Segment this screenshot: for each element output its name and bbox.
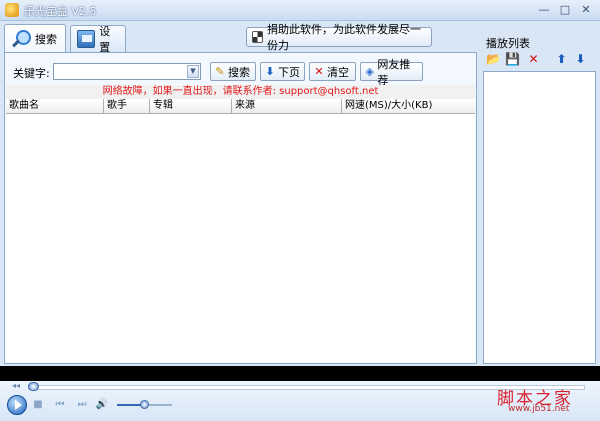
recommend-button[interactable]: ◈ 网友推荐 — [360, 58, 423, 87]
next-icon[interactable]: ⏭ — [75, 398, 89, 412]
close-button[interactable]: ✕ — [574, 2, 598, 17]
open-folder-icon[interactable]: 📂 — [486, 52, 501, 67]
error-notice: 网络故障，如果一直出现，请联系作者: support@qhsoft.net — [6, 85, 475, 99]
arrow-down-icon: ⬇ — [265, 64, 275, 78]
results-table-body[interactable] — [6, 114, 475, 362]
playlist-title: 播放列表 — [486, 37, 530, 50]
clear-icon: ✕ — [314, 64, 324, 78]
column-header-artist[interactable]: 歌手 — [104, 99, 150, 113]
column-header-speed-size[interactable]: 网速(MS)/大小(KB) — [342, 99, 475, 113]
seek-handle[interactable] — [28, 382, 39, 391]
volume-icon[interactable]: 🔊 — [95, 398, 109, 412]
next-page-button[interactable]: ⬇ 下页 — [260, 62, 305, 81]
donate-icon — [252, 31, 264, 43]
tab-search-label: 搜索 — [35, 32, 57, 46]
watermark-url: www.jb51.net — [508, 404, 570, 414]
column-header-song[interactable]: 歌曲名 — [6, 99, 104, 113]
volume-handle[interactable] — [140, 400, 149, 409]
monitor-icon — [77, 30, 96, 48]
search-panel: 关键字: ▼ ✎ 搜索 ⬇ 下页 ✕ 清空 ◈ 网友推荐 网络故障，如果一直出现… — [4, 52, 477, 364]
move-up-icon[interactable]: ⬆ — [554, 52, 569, 67]
column-header-source[interactable]: 来源 — [232, 99, 342, 113]
keyword-combobox[interactable]: ▼ — [53, 63, 201, 80]
title-bar: 乐光宝盒 V2.5 — □ ✕ — [0, 0, 600, 21]
playlist-list[interactable] — [483, 71, 596, 364]
keyword-label: 关键字: — [13, 67, 50, 80]
keyword-input[interactable] — [54, 64, 186, 79]
delete-icon[interactable]: ✕ — [526, 52, 541, 67]
save-icon[interactable]: 💾 — [505, 52, 520, 67]
search-button-label: 搜索 — [228, 65, 250, 79]
clear-label: 清空 — [327, 65, 349, 79]
app-icon — [5, 3, 19, 17]
column-header-album[interactable]: 专辑 — [150, 99, 232, 113]
pencil-icon: ✎ — [215, 64, 225, 78]
clear-button[interactable]: ✕ 清空 — [309, 62, 356, 81]
previous-icon[interactable]: ⏮ — [53, 398, 67, 412]
tab-settings-label: 设置 — [99, 25, 111, 54]
video-area — [0, 366, 600, 381]
magnifier-icon — [11, 29, 31, 49]
donate-button[interactable]: 捐助此软件，为此软件发展尽一份力 — [246, 23, 432, 52]
results-table-header: 歌曲名 歌手 专辑 来源 网速(MS)/大小(KB) — [6, 99, 475, 114]
play-button[interactable] — [7, 395, 27, 415]
tab-search[interactable]: 搜索 — [4, 24, 66, 52]
tab-settings[interactable]: 设置 — [70, 25, 126, 54]
move-down-icon[interactable]: ⬇ — [573, 52, 588, 67]
donate-label: 捐助此软件，为此软件发展尽一份力 — [267, 23, 422, 52]
dropdown-arrow-icon[interactable]: ▼ — [187, 65, 199, 78]
window-title: 乐光宝盒 V2.5 — [24, 5, 97, 18]
recommend-label: 网友推荐 — [377, 57, 411, 87]
search-button[interactable]: ✎ 搜索 — [210, 62, 256, 81]
next-page-label: 下页 — [278, 65, 300, 79]
stop-icon[interactable]: ■ — [31, 398, 45, 412]
tag-icon: ◈ — [365, 64, 374, 78]
seek-indicator-icon: ◂◂ — [12, 381, 21, 390]
